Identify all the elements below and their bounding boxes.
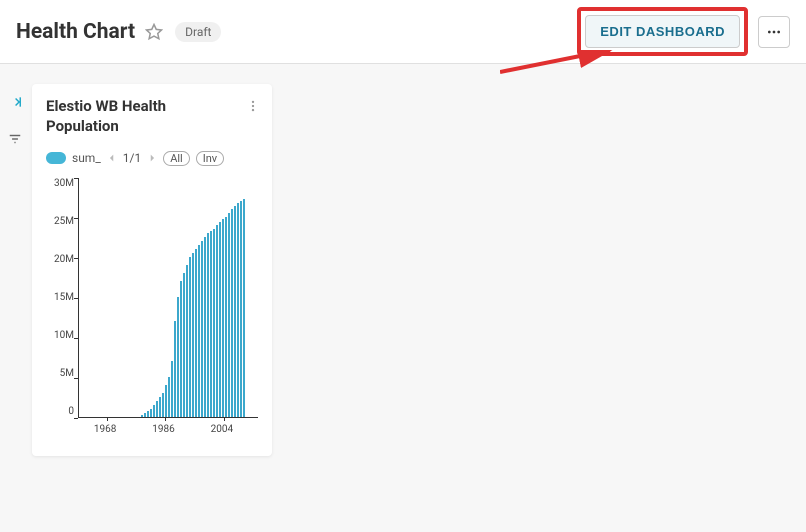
legend-page: 1/1 — [123, 151, 141, 165]
expand-rail-icon[interactable] — [8, 94, 22, 113]
bar — [147, 411, 149, 417]
bar — [201, 241, 203, 417]
bar — [183, 273, 185, 417]
x-tick-label: 2004 — [211, 424, 233, 435]
y-tick-label: 25M — [46, 216, 74, 227]
bar — [195, 249, 197, 417]
legend-prev-icon[interactable] — [107, 153, 117, 163]
bar — [162, 393, 164, 417]
bar — [150, 409, 152, 417]
bar — [186, 265, 188, 417]
page-title: Health Chart — [16, 20, 135, 44]
legend-all-button[interactable]: All — [163, 151, 190, 166]
bar — [141, 415, 143, 417]
bar — [219, 222, 221, 416]
chart-card: Elestio WB Health Population sum_ 1/1 Al… — [32, 84, 272, 456]
status-badge: Draft — [175, 22, 221, 42]
bar — [189, 257, 191, 417]
chart-legend: sum_ 1/1 All Inv — [46, 151, 258, 166]
y-tick-label: 20M — [46, 254, 74, 265]
bar — [225, 217, 227, 417]
bar — [228, 213, 230, 417]
y-tick-label: 15M — [46, 292, 74, 303]
bar — [213, 229, 215, 417]
header-bar: Health Chart Draft EDIT DASHBOARD — [0, 0, 806, 64]
bar — [243, 199, 245, 417]
bar — [237, 203, 239, 417]
bar — [207, 233, 209, 417]
edit-dashboard-button[interactable]: EDIT DASHBOARD — [585, 15, 740, 48]
bar — [180, 281, 182, 417]
bar — [192, 253, 194, 417]
y-tick-label: 5M — [46, 368, 74, 379]
bar — [198, 245, 200, 417]
bar — [156, 401, 158, 417]
bar — [204, 237, 206, 417]
bar — [216, 225, 218, 417]
bar — [234, 206, 236, 416]
y-tick-label: 10M — [46, 330, 74, 341]
bar — [240, 201, 242, 417]
bar — [177, 297, 179, 417]
bar — [153, 405, 155, 417]
legend-inv-button[interactable]: Inv — [196, 151, 224, 166]
annotation-highlight: EDIT DASHBOARD — [577, 7, 748, 56]
bar — [231, 209, 233, 417]
left-rail — [0, 64, 30, 456]
bar — [168, 377, 170, 417]
chart-title: Elestio WB Health Population — [46, 96, 258, 137]
y-tick-label: 30M — [46, 178, 74, 189]
more-menu-button[interactable] — [758, 16, 790, 48]
card-menu-icon[interactable] — [246, 98, 260, 117]
x-tick-label: 1968 — [94, 424, 116, 435]
bar — [144, 413, 146, 416]
legend-swatch — [46, 152, 66, 164]
bar — [222, 219, 224, 417]
favorite-star-icon[interactable] — [145, 23, 163, 41]
x-tick-label: 1986 — [152, 424, 174, 435]
bar — [174, 321, 176, 417]
bar — [210, 231, 212, 417]
filter-icon[interactable] — [8, 131, 22, 150]
chart-plot: 30M 25M 20M 15M 10M 5M 0 1968 1986 2004 — [46, 178, 258, 438]
bar — [171, 361, 173, 417]
legend-label: sum_ — [72, 151, 101, 165]
legend-next-icon[interactable] — [147, 153, 157, 163]
bar — [159, 397, 161, 417]
bar — [165, 385, 167, 417]
y-tick-label: 0 — [46, 406, 74, 417]
